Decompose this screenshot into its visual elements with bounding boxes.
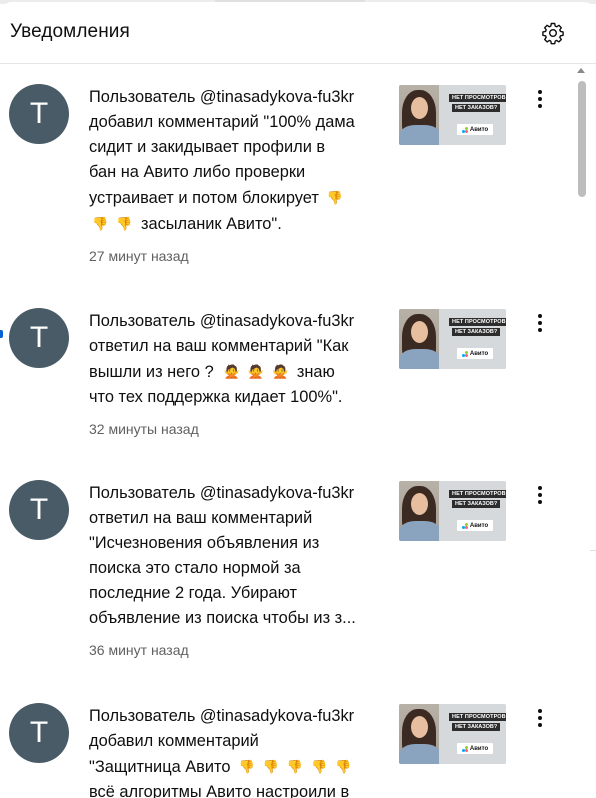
more-vertical-icon bbox=[538, 314, 542, 332]
text-line: Пользователь @tinasadykova-fu3kr bbox=[89, 312, 355, 330]
text-line: последние 2 года. Убирают bbox=[89, 584, 298, 602]
notification-text: Пользователь @tinasadykova-fu3kr ответил… bbox=[89, 481, 384, 631]
thumbs-down-icon: 👎 bbox=[286, 759, 304, 774]
thumbs-down-icon: 👎 bbox=[262, 759, 279, 774]
avatar[interactable]: T bbox=[9, 480, 69, 540]
avito-logo: Авито bbox=[457, 348, 493, 359]
thumb-text-2: НЕТ ЗАКАЗОВ? bbox=[452, 500, 501, 508]
timestamp: 32 минуты назад bbox=[89, 421, 199, 437]
more-options-button[interactable] bbox=[528, 483, 552, 507]
text-line: ответил на ваш комментарий "Как bbox=[89, 337, 349, 355]
video-thumbnail[interactable]: НЕТ ПРОСМОТРОВ? НЕТ ЗАКАЗОВ? Авито bbox=[399, 309, 506, 369]
thumb-text-1: НЕТ ПРОСМОТРОВ? bbox=[449, 490, 506, 498]
video-thumbnail[interactable]: НЕТ ПРОСМОТРОВ? НЕТ ЗАКАЗОВ? Авито bbox=[399, 704, 506, 764]
text-line: вышли из него ? bbox=[89, 363, 214, 381]
more-vertical-icon bbox=[538, 90, 542, 108]
woman-gesturing-icon: 🙅 bbox=[247, 364, 265, 379]
thumbs-down-icon: 👎 bbox=[238, 759, 255, 774]
notification-item[interactable]: T Пользователь @tinasadykova-fu3kr ответ… bbox=[0, 289, 576, 461]
settings-button[interactable] bbox=[537, 17, 569, 49]
gear-icon bbox=[542, 22, 564, 45]
woman-gesturing-icon: 🙅 bbox=[223, 364, 240, 379]
notifications-list: T Пользователь @tinasadykova-fu3kr добав… bbox=[0, 65, 596, 798]
text-line: знаю bbox=[296, 363, 335, 381]
notification-text: Пользователь @tinasadykova-fu3kr добавил… bbox=[89, 85, 384, 237]
notification-item[interactable]: T Пользователь @tinasadykova-fu3kr ответ… bbox=[0, 461, 576, 685]
avito-logo: Авито bbox=[457, 743, 493, 754]
notification-item[interactable]: T Пользователь @tinasadykova-fu3kr добав… bbox=[0, 684, 576, 798]
thumb-text-1: НЕТ ПРОСМОТРОВ? bbox=[449, 318, 506, 326]
text-line: Пользователь @tinasadykova-fu3kr bbox=[89, 707, 355, 725]
video-thumbnail[interactable]: НЕТ ПРОСМОТРОВ? НЕТ ЗАКАЗОВ? Авито bbox=[399, 481, 506, 541]
scrollbar[interactable] bbox=[574, 65, 590, 798]
thumb-text-2: НЕТ ЗАКАЗОВ? bbox=[452, 104, 501, 112]
woman-gesturing-icon: 🙅 bbox=[272, 364, 289, 379]
thumb-text-2: НЕТ ЗАКАЗОВ? bbox=[452, 328, 501, 336]
thumb-text-1: НЕТ ПРОСМОТРОВ? bbox=[449, 713, 506, 721]
scroll-thumb[interactable] bbox=[578, 81, 586, 197]
text-line: засыланик Авито". bbox=[140, 215, 282, 233]
text-line: ответил на ваш комментарий bbox=[89, 509, 313, 527]
text-line: сидит и закидывает профили в bbox=[89, 138, 326, 156]
text-line: Пользователь @tinasadykova-fu3kr bbox=[89, 484, 355, 502]
notification-text: Пользователь @tinasadykova-fu3kr добавил… bbox=[89, 704, 384, 798]
text-line: "Защитница Авито bbox=[89, 758, 231, 776]
timestamp: 27 минут назад bbox=[89, 248, 189, 264]
avito-logo: Авито bbox=[457, 520, 493, 531]
video-thumbnail[interactable]: НЕТ ПРОСМОТРОВ? НЕТ ЗАКАЗОВ? Авито bbox=[399, 85, 506, 145]
avatar[interactable]: T bbox=[9, 308, 69, 368]
thumbs-down-icon: 👎 bbox=[335, 759, 352, 774]
avatar[interactable]: T bbox=[9, 703, 69, 763]
text-line: поиска это стало нормой за bbox=[89, 559, 301, 577]
divider bbox=[590, 550, 596, 551]
text-line: Пользователь @tinasadykova-fu3kr bbox=[89, 88, 355, 106]
more-options-button[interactable] bbox=[528, 87, 552, 111]
scroll-up-arrow[interactable] bbox=[577, 68, 585, 73]
notification-item[interactable]: T Пользователь @tinasadykova-fu3kr добав… bbox=[0, 65, 576, 290]
unread-indicator bbox=[0, 330, 3, 338]
text-line: бан на Авито либо проверки bbox=[89, 163, 306, 181]
panel-header: Уведомления bbox=[0, 2, 596, 64]
thumbs-down-icon: 👎 bbox=[116, 216, 133, 231]
avito-logo: Авито bbox=[457, 124, 493, 135]
avatar-letter: T bbox=[29, 321, 49, 354]
text-line: что тех поддержка кидает 100%". bbox=[89, 388, 343, 406]
panel-title: Уведомления bbox=[10, 21, 130, 42]
thumbs-down-icon: 👎 bbox=[92, 216, 109, 231]
more-options-button[interactable] bbox=[528, 706, 552, 730]
text-line: всё алгоритмы Авито настроили в bbox=[89, 783, 350, 798]
notifications-panel: Уведомления T Пользователь @tinasadykova… bbox=[0, 2, 596, 798]
thumb-text-2: НЕТ ЗАКАЗОВ? bbox=[452, 723, 501, 731]
text-line: добавил комментарий bbox=[89, 732, 259, 750]
text-line: "Исчезновения объявления из bbox=[89, 534, 320, 552]
thumbs-down-icon: 👎 bbox=[311, 759, 328, 774]
more-vertical-icon bbox=[538, 709, 542, 727]
more-vertical-icon bbox=[538, 486, 542, 504]
avatar-letter: T bbox=[29, 97, 49, 130]
text-line: добавил комментарий "100% дама bbox=[89, 113, 355, 131]
timestamp: 36 минут назад bbox=[89, 642, 189, 658]
thumb-text-1: НЕТ ПРОСМОТРОВ? bbox=[449, 94, 506, 102]
text-line: объявление из поиска чтобы из з... bbox=[89, 609, 356, 627]
thumbs-down-icon: 👎 bbox=[326, 190, 344, 205]
text-line: устраивает и потом блокирует bbox=[89, 189, 319, 207]
avatar-letter: T bbox=[29, 716, 49, 749]
avatar[interactable]: T bbox=[9, 84, 69, 144]
notification-text: Пользователь @tinasadykova-fu3kr ответил… bbox=[89, 309, 384, 410]
more-options-button[interactable] bbox=[528, 311, 552, 335]
avatar-letter: T bbox=[29, 493, 49, 526]
